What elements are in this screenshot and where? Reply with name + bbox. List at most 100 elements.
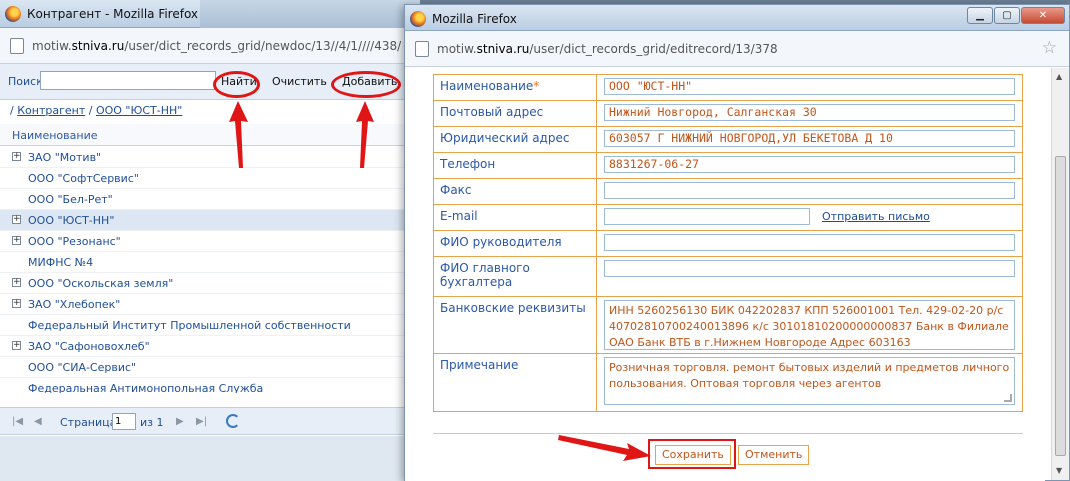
tree-row-label: ЗАО "Мотив" [28,151,102,164]
annotation-oval-add [331,71,401,98]
tree-row[interactable]: ООО "СофтСервис" [0,168,410,189]
director-input[interactable] [604,234,1015,251]
fax-input[interactable] [604,182,1015,199]
name-input[interactable]: ООО "ЮСТ-НН" [604,78,1015,95]
window-controls: ▁ ▢ ✕ [966,7,1065,24]
tree-row[interactable]: Федеральный Институт Промышленной собств… [0,315,410,336]
page-count-label: из 1 [140,416,164,429]
search-input[interactable] [40,71,216,90]
scroll-down-icon[interactable]: ▼ [1056,466,1062,475]
form-footer-divider [433,433,1023,434]
bank-details-textarea[interactable]: ИНН 5260256130 БИК 042202837 КПП 5260010… [604,300,1015,350]
search-label: Поиск [8,75,43,88]
expand-plus-icon[interactable]: + [12,215,21,224]
bg-titlebar-tabs [200,0,420,28]
chief-accountant-label: ФИО главного бухгалтера [433,256,597,297]
tree-row-label: ООО "СофтСервис" [28,172,139,185]
dialog-url[interactable]: motiw.stniva.ru/user/dict_records_grid/e… [437,42,778,56]
dialog-address-bar[interactable]: motiw.stniva.ru/user/dict_records_grid/e… [405,31,1069,67]
annotation-arrow-save-icon [558,435,651,461]
bg-window-bottom [0,436,420,481]
legal-address-input[interactable]: 603057 Г НИЖНИЙ НОВГОРОД,УЛ БЕКЕТОВА Д 1… [604,130,1015,147]
tree-row-label: Федеральная Антимонопольная Служба [28,382,264,393]
maximize-icon[interactable]: ▢ [994,7,1020,24]
dialog-scrollbar[interactable]: ▲ ▼ [1051,68,1069,480]
email-input[interactable] [604,208,810,225]
bookmark-star-icon[interactable]: ☆ [1042,38,1057,58]
minimize-icon[interactable]: ▁ [967,7,993,24]
refresh-icon[interactable] [226,414,240,428]
annotation-arrow-find-icon [229,101,248,168]
tree-row-label: ООО "Резонанс" [28,235,121,248]
bg-address-bar[interactable]: motiw.stniva.ru/user/dict_records_grid/n… [0,28,420,64]
tree-row-label: МИФНС №4 [28,256,94,269]
page-number-input[interactable] [112,413,136,430]
expand-plus-icon[interactable]: + [12,299,21,308]
tree-row-label: Федеральный Институт Промышленной собств… [28,319,351,332]
phone-label: Телефон [433,152,597,179]
tree-row[interactable]: + ЗАО "Сафоновохлеб" [0,336,410,357]
tree-row-label: ООО "Бел-Рет" [28,193,113,206]
tree-row-label: ЗАО "Сафоновохлеб" [28,340,150,353]
cancel-button[interactable]: Отменить [738,445,810,465]
tree-row[interactable]: + ООО "Резонанс" [0,231,410,252]
record-fields-table: Наименование* ООО "ЮСТ-НН" Почтовый адре… [433,74,1023,412]
dialog-title: Mozilla Firefox [432,12,517,26]
note-label: Примечание [433,353,597,412]
name-label: Наименование* [433,74,597,101]
page-label: Страница [60,416,117,429]
firefox-logo-icon [5,6,21,22]
tree-row-label: ООО "СИА-Сервис" [28,361,137,374]
close-icon[interactable]: ✕ [1021,7,1065,24]
bg-url[interactable]: motiw.stniva.ru/user/dict_records_grid/n… [32,39,401,53]
bank-details-label: Банковские реквизиты [433,296,597,354]
tree-row[interactable]: ООО "СИА-Сервис" [0,357,410,378]
phone-input[interactable]: 8831267-06-27 [604,156,1015,173]
page-icon [10,38,24,54]
tree-row[interactable]: + ЗАО "Хлебопек" [0,294,410,315]
firefox-logo-icon [410,11,426,27]
postal-address-input[interactable]: Нижний Новгород, Салганская 30 [604,104,1015,121]
tree-row[interactable]: МИФНС №4 [0,252,410,273]
legal-address-label: Юридический адрес [433,126,597,153]
tree-row-label: ООО "ЮСТ-НН" [28,214,115,227]
pager-toolbar: |◀ ◀ Страница из 1 ▶ ▶| [0,407,410,435]
expand-plus-icon[interactable]: + [12,152,21,161]
breadcrumb: / Контрагент / ООО "ЮСТ-НН" [10,104,183,117]
annotation-arrow-add-icon [356,101,374,168]
bg-window-title: Контрагент - Mozilla Firefox [27,7,199,21]
tree-row[interactable]: + ООО "Оскольская земля" [0,273,410,294]
resize-grip-icon[interactable] [1004,394,1012,402]
contractor-tree: + ЗАО "Мотив" ООО "СофтСервис" ООО "Бел-Рет… [0,147,410,393]
edit-record-dialog: Mozilla Firefox ▁ ▢ ✕ motiw.stniva.ru/us… [404,4,1070,481]
first-page-icon[interactable]: |◀ [12,416,23,427]
expand-plus-icon[interactable]: + [12,341,21,350]
tree-row[interactable]: Федеральная Антимонопольная Служба [0,378,410,393]
scroll-up-icon[interactable]: ▲ [1056,72,1062,81]
next-page-icon[interactable]: ▶ [176,416,184,427]
last-page-icon[interactable]: ▶| [196,416,207,427]
background-browser-window: Контрагент - Mozilla Firefox motiw.stniv… [0,0,420,481]
annotation-box-save [648,439,736,469]
send-email-link[interactable]: Отправить письмо [822,210,930,223]
page-icon [415,41,429,57]
director-label: ФИО руководителя [433,230,597,257]
breadcrumb-root-link[interactable]: Контрагент [17,104,85,117]
clear-button[interactable]: Очистить [272,75,327,88]
tree-row[interactable]: + ЗАО "Мотив" [0,147,410,168]
scrollbar-thumb[interactable] [1055,156,1066,456]
dialog-titlebar[interactable]: Mozilla Firefox ▁ ▢ ✕ [405,5,1069,31]
postal-address-label: Почтовый адрес [433,100,597,127]
prev-page-icon[interactable]: ◀ [34,416,42,427]
email-label: E-mail [433,204,597,231]
tree-row[interactable]: ООО "Бел-Рет" [0,189,410,210]
tree-row-label: ЗАО "Хлебопек" [28,298,121,311]
note-textarea[interactable]: Розничная торговля. ремонт бытовых издел… [604,357,1015,405]
record-form: Наименование* ООО "ЮСТ-НН" Почтовый адре… [405,68,1045,481]
column-header-name[interactable]: Наименование [0,124,410,146]
chief-accountant-input[interactable] [604,260,1015,277]
tree-row[interactable]: + ООО "ЮСТ-НН" [0,210,410,231]
expand-plus-icon[interactable]: + [12,278,21,287]
breadcrumb-current-link[interactable]: ООО "ЮСТ-НН" [96,104,182,117]
expand-plus-icon[interactable]: + [12,236,21,245]
